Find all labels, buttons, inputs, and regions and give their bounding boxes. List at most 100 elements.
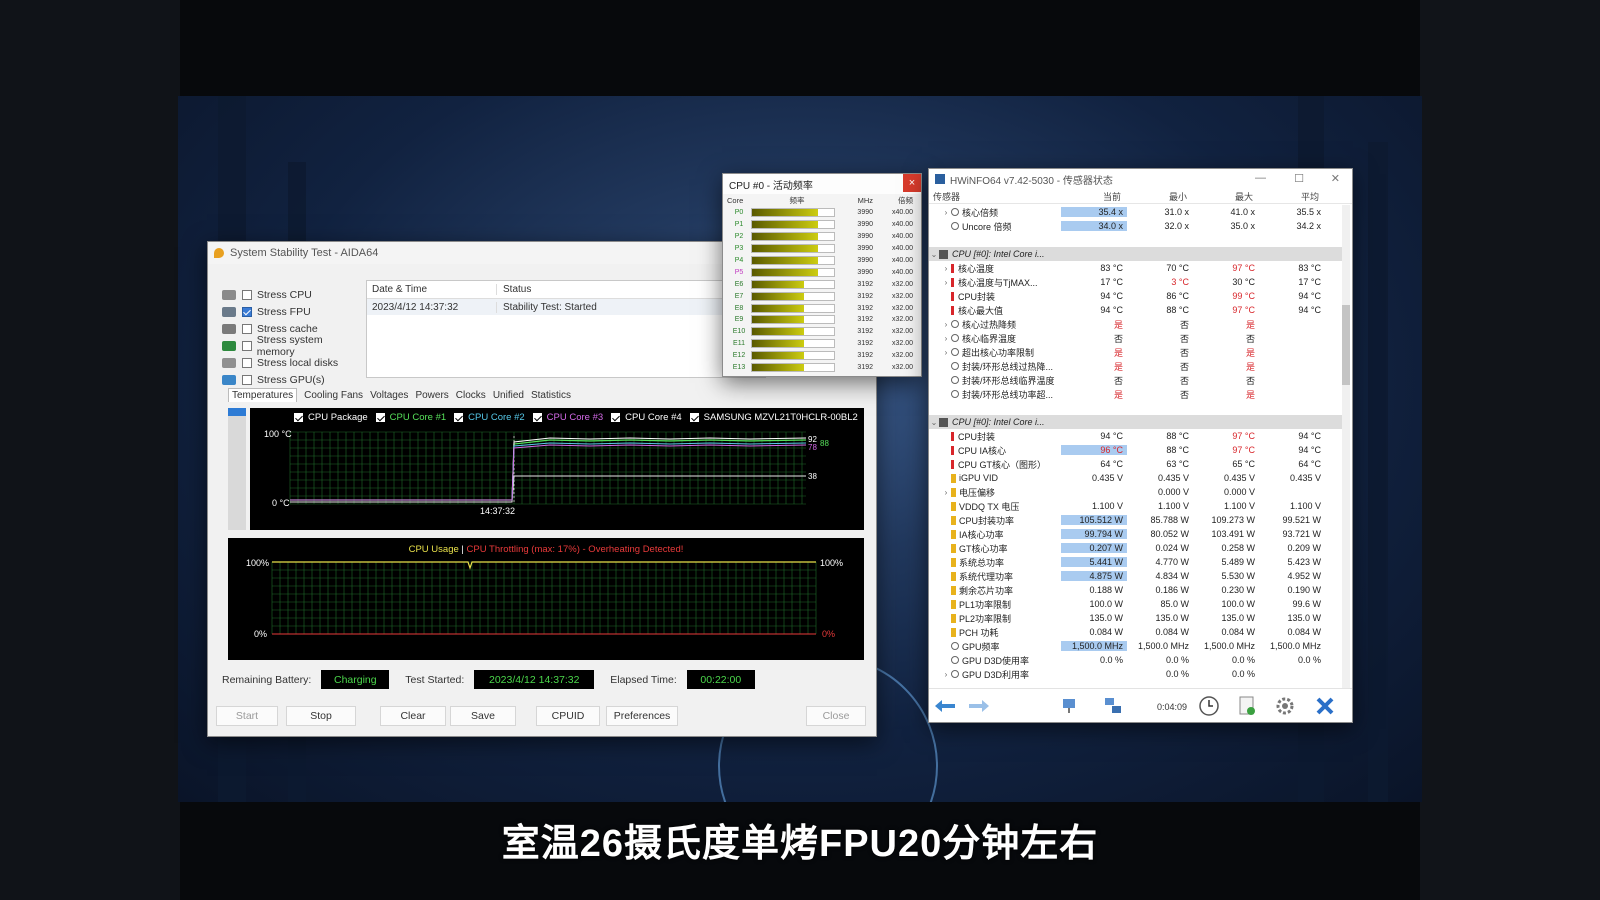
col-current[interactable]: 当前 bbox=[1061, 190, 1127, 203]
expand-chevron-icon[interactable]: › bbox=[941, 320, 951, 329]
sensor-scrollbar[interactable] bbox=[1342, 205, 1350, 689]
sensor-row[interactable]: › 电压偏移 0.000 V 0.000 V bbox=[929, 485, 1342, 499]
sensor-row[interactable]: 剩余芯片功率 0.188 W 0.186 W 0.230 W 0.190 W bbox=[929, 583, 1342, 597]
col-date-time[interactable]: Date & Time bbox=[367, 284, 497, 295]
sensor-row[interactable]: CPU GT核心（图形） 64 °C 63 °C 65 °C 64 °C bbox=[929, 457, 1342, 471]
sensor-row[interactable]: PL2功率限制 135.0 W 135.0 W 135.0 W 135.0 W bbox=[929, 611, 1342, 625]
tab-unified[interactable]: Unified bbox=[493, 390, 524, 402]
sensor-row[interactable]: CPU封装 94 °C 86 °C 99 °C 94 °C bbox=[929, 289, 1342, 303]
sensor-row[interactable]: › 核心温度与TjMAX... 17 °C 3 °C 30 °C 17 °C bbox=[929, 275, 1342, 289]
sensor-row[interactable]: › 核心倍频 35.4 x 31.0 x 41.0 x 35.5 x bbox=[929, 205, 1342, 219]
save-button[interactable]: Save bbox=[450, 706, 516, 726]
stress-fpu-checkbox[interactable] bbox=[242, 306, 252, 317]
frequency-close-button[interactable]: × bbox=[903, 174, 921, 192]
expand-chevron-icon[interactable]: › bbox=[941, 334, 951, 343]
table-row[interactable]: 2023/4/12 14:37:32 Stability Test: Start… bbox=[367, 299, 765, 315]
close-x-icon[interactable] bbox=[1313, 694, 1337, 718]
stress-gpu-checkbox[interactable] bbox=[242, 374, 252, 385]
frequency-titlebar[interactable]: CPU #0 - 活动频率 × bbox=[723, 174, 921, 194]
cpuid-button[interactable]: CPUID bbox=[536, 706, 600, 726]
sensor-row[interactable]: › 核心临界温度 否 否 否 bbox=[929, 331, 1342, 345]
stress-cpu-checkbox[interactable] bbox=[242, 289, 252, 300]
sensor-row[interactable]: 封装/环形总线功率超... 是 否 是 bbox=[929, 387, 1342, 401]
network-icon[interactable] bbox=[1059, 694, 1083, 718]
sensor-row[interactable]: › 核心过热降频 是 否 是 bbox=[929, 317, 1342, 331]
scrollbar-thumb[interactable] bbox=[228, 408, 246, 416]
stop-button[interactable]: Stop bbox=[286, 706, 356, 726]
sensor-row[interactable]: › GPU D3D利用率 0.0 % 0.0 % bbox=[929, 667, 1342, 681]
frequency-bar-fill bbox=[752, 268, 818, 276]
sensor-min: 否 bbox=[1179, 375, 1189, 386]
sensor-row[interactable]: IA核心功率 99.794 W 80.052 W 103.491 W 93.721 W bbox=[929, 527, 1342, 541]
expand-chevron-icon[interactable]: › bbox=[941, 264, 951, 273]
col-max[interactable]: 最大 bbox=[1193, 190, 1259, 203]
tab-powers[interactable]: Powers bbox=[415, 390, 448, 402]
sensor-max: 65 °C bbox=[1232, 459, 1255, 469]
preferences-button[interactable]: Preferences bbox=[606, 706, 678, 726]
sensor-row[interactable]: GPU D3D使用率 0.0 % 0.0 % 0.0 % 0.0 % bbox=[929, 653, 1342, 667]
sensor-row[interactable]: 封装/环形总线临界温度 否 否 否 bbox=[929, 373, 1342, 387]
col-min[interactable]: 最小 bbox=[1127, 190, 1193, 203]
sensor-group-row[interactable]: ⌄ CPU [#0]: Intel Core i... bbox=[929, 415, 1342, 429]
graph-scrollbar[interactable] bbox=[228, 408, 246, 530]
sensor-name: 系统代理功率 bbox=[959, 571, 1014, 582]
scrollbar-thumb[interactable] bbox=[1342, 305, 1350, 385]
sensor-row[interactable]: PCH 功耗 0.084 W 0.084 W 0.084 W 0.084 W bbox=[929, 625, 1342, 639]
frequency-bar bbox=[751, 244, 835, 254]
sensor-row[interactable]: GT核心功率 0.207 W 0.024 W 0.258 W 0.209 W bbox=[929, 541, 1342, 555]
sensor-max: 是 bbox=[1245, 347, 1255, 358]
stress-cpu-option[interactable]: Stress CPU bbox=[222, 286, 362, 303]
stress-gpu-option[interactable]: Stress GPU(s) bbox=[222, 371, 362, 388]
col-sensor[interactable]: 传感器 bbox=[929, 190, 1061, 203]
sensor-row[interactable]: PL1功率限制 100.0 W 85.0 W 100.0 W 99.6 W bbox=[929, 597, 1342, 611]
close-button[interactable]: Close bbox=[806, 706, 866, 726]
sensor-min: 70 °C bbox=[1166, 263, 1189, 273]
sensor-row[interactable]: › 核心温度 83 °C 70 °C 97 °C 83 °C bbox=[929, 261, 1342, 275]
stress-memory-checkbox[interactable] bbox=[241, 340, 252, 351]
stress-disks-checkbox[interactable] bbox=[242, 357, 252, 368]
lightning-icon bbox=[951, 543, 956, 553]
sensor-row[interactable]: 系统总功率 5.441 W 4.770 W 5.489 W 5.423 W bbox=[929, 555, 1342, 569]
clock-icon[interactable] bbox=[1197, 694, 1221, 718]
sensor-row[interactable]: 封装/环形总线过热降... 是 否 是 bbox=[929, 359, 1342, 373]
sensor-row[interactable]: › 超出核心功率限制 是 否 是 bbox=[929, 345, 1342, 359]
minimize-icon[interactable]: — bbox=[1255, 172, 1266, 184]
nav-right-icon[interactable] bbox=[967, 694, 991, 718]
tab-voltages[interactable]: Voltages bbox=[370, 390, 408, 402]
clear-button[interactable]: Clear bbox=[380, 706, 446, 726]
maximize-icon[interactable]: ☐ bbox=[1294, 172, 1304, 185]
sensor-group-row[interactable]: ⌄ CPU [#0]: Intel Core i... bbox=[929, 247, 1342, 261]
stress-memory-option[interactable]: Stress system memory bbox=[222, 334, 362, 358]
stress-cache-checkbox[interactable] bbox=[242, 323, 252, 334]
tab-cooling-fans[interactable]: Cooling Fans bbox=[304, 390, 363, 402]
sensor-row[interactable]: CPU IA核心 96 °C 88 °C 97 °C 94 °C bbox=[929, 443, 1342, 457]
expand-chevron-icon[interactable]: › bbox=[941, 348, 951, 357]
nav-left-icon[interactable] bbox=[933, 694, 957, 718]
collapse-chevron-icon[interactable]: ⌄ bbox=[929, 250, 939, 259]
sensor-row[interactable]: Uncore 倍频 34.0 x 32.0 x 35.0 x 34.2 x bbox=[929, 219, 1342, 233]
sensor-row[interactable]: CPU封装 94 °C 88 °C 97 °C 94 °C bbox=[929, 429, 1342, 443]
sensors-icon[interactable] bbox=[1101, 694, 1125, 718]
stress-fpu-option[interactable]: Stress FPU bbox=[222, 303, 362, 320]
expand-chevron-icon[interactable]: › bbox=[941, 670, 951, 679]
hwinfo-titlebar[interactable]: HWiNFO64 v7.42-5030 - 传感器状态 — ☐ ✕ bbox=[929, 169, 1352, 189]
expand-chevron-icon[interactable]: › bbox=[941, 278, 951, 287]
sensor-row[interactable]: 核心最大值 94 °C 88 °C 97 °C 94 °C bbox=[929, 303, 1342, 317]
sensor-row[interactable]: GPU频率 1,500.0 MHz 1,500.0 MHz 1,500.0 MHz 1,… bbox=[929, 639, 1342, 653]
sensor-row[interactable]: 系统代理功率 4.875 W 4.834 W 5.530 W 4.952 W bbox=[929, 569, 1342, 583]
collapse-chevron-icon[interactable]: ⌄ bbox=[929, 418, 939, 427]
sensor-row[interactable]: iGPU VID 0.435 V 0.435 V 0.435 V 0.435 V bbox=[929, 471, 1342, 485]
col-status[interactable]: Status bbox=[497, 284, 531, 295]
close-icon[interactable]: ✕ bbox=[1331, 172, 1340, 185]
sensor-row[interactable]: VDDQ TX 电压 1.100 V 1.100 V 1.100 V 1.100 V bbox=[929, 499, 1342, 513]
report-icon[interactable] bbox=[1235, 694, 1259, 718]
settings-gear-icon[interactable] bbox=[1273, 694, 1297, 718]
tab-clocks[interactable]: Clocks bbox=[456, 390, 486, 402]
expand-chevron-icon[interactable]: › bbox=[941, 488, 951, 497]
col-avg[interactable]: 平均 bbox=[1259, 190, 1325, 203]
tab-temperatures[interactable]: Temperatures bbox=[228, 388, 298, 402]
tab-statistics[interactable]: Statistics bbox=[531, 390, 571, 402]
expand-chevron-icon[interactable]: › bbox=[941, 208, 951, 217]
start-button[interactable]: Start bbox=[216, 706, 278, 726]
sensor-row[interactable]: CPU封装功率 105.512 W 85.788 W 109.273 W 99.521 … bbox=[929, 513, 1342, 527]
